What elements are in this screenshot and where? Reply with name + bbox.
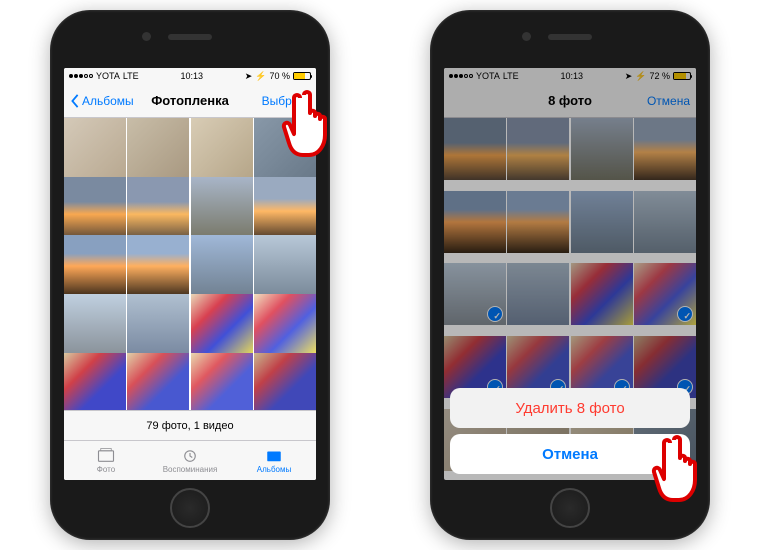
photo-thumb[interactable] <box>127 294 189 356</box>
tab-label: Фото <box>97 465 115 474</box>
back-button[interactable]: Альбомы <box>70 94 134 108</box>
photo-thumb[interactable] <box>254 235 316 297</box>
location-icon: ➤ <box>625 71 633 82</box>
back-label: Альбомы <box>82 94 134 108</box>
photo-thumb[interactable] <box>254 118 316 180</box>
cancel-button[interactable]: Отмена <box>450 434 690 474</box>
battery-label: 70 % <box>269 71 290 81</box>
network-label: LTE <box>123 71 139 81</box>
photo-thumb[interactable] <box>127 353 189 410</box>
screen-left: YOTA LTE 10:13 ➤ ⚡ 70 % Альбомы Фотоплен… <box>64 68 316 480</box>
delete-button[interactable]: Удалить 8 фото <box>450 388 690 428</box>
photo-thumb[interactable] <box>127 177 189 239</box>
photo-thumb[interactable] <box>191 294 253 356</box>
tab-memories[interactable]: Воспоминания <box>148 441 232 480</box>
photo-thumb[interactable] <box>254 177 316 239</box>
status-bar: YOTA LTE 10:13 ➤ ⚡ 70 % <box>64 68 316 84</box>
network-label: LTE <box>503 71 519 81</box>
albums-icon <box>265 448 283 464</box>
carrier-label: YOTA <box>96 71 120 81</box>
photo-thumb[interactable] <box>64 353 126 410</box>
tab-photos[interactable]: Фото <box>64 441 148 480</box>
photo-thumb[interactable] <box>444 263 506 325</box>
tab-label: Воспоминания <box>163 465 218 474</box>
phone-right: YOTA LTE 10:13 ➤ ⚡ 72 % 8 фото Отмена Уд… <box>430 10 710 540</box>
location-icon: ➤ <box>245 71 253 82</box>
photo-thumb[interactable] <box>634 118 696 180</box>
photo-thumb[interactable] <box>571 263 633 325</box>
photo-thumb[interactable] <box>507 263 569 325</box>
photo-thumb[interactable] <box>191 353 253 410</box>
photo-thumb[interactable] <box>64 177 126 239</box>
photo-thumb[interactable] <box>64 118 126 180</box>
select-button[interactable]: Выбрать <box>262 94 310 108</box>
footer-count: 79 фото, 1 видео <box>64 410 316 440</box>
page-title: 8 фото <box>548 93 592 108</box>
photo-thumb[interactable] <box>64 235 126 297</box>
photo-thumb[interactable] <box>191 177 253 239</box>
page-title: Фотопленка <box>151 93 229 108</box>
photo-thumb[interactable] <box>571 118 633 180</box>
battery-label: 72 % <box>649 71 670 81</box>
action-sheet: Удалить 8 фото Отмена <box>450 388 690 474</box>
photo-thumb[interactable] <box>127 235 189 297</box>
photo-thumb[interactable] <box>191 118 253 180</box>
photo-thumb[interactable] <box>634 263 696 325</box>
photo-thumb[interactable] <box>634 191 696 253</box>
tab-bar: Фото Воспоминания Альбомы <box>64 440 316 480</box>
memories-icon <box>181 448 199 464</box>
photo-thumb[interactable] <box>571 191 633 253</box>
home-button[interactable] <box>550 488 590 528</box>
photo-thumb[interactable] <box>507 118 569 180</box>
photo-thumb[interactable] <box>444 118 506 180</box>
photo-thumb[interactable] <box>254 353 316 410</box>
photo-grid[interactable] <box>64 118 316 410</box>
chevron-left-icon <box>70 94 80 108</box>
tab-label: Альбомы <box>257 465 291 474</box>
photo-thumb[interactable] <box>444 191 506 253</box>
nav-bar: 8 фото Отмена <box>444 84 696 118</box>
time-label: 10:13 <box>560 71 583 81</box>
battery-icon <box>293 72 311 80</box>
nav-bar: Альбомы Фотопленка Выбрать <box>64 84 316 118</box>
photo-thumb[interactable] <box>64 294 126 356</box>
photo-thumb[interactable] <box>127 118 189 180</box>
time-label: 10:13 <box>180 71 203 81</box>
tab-albums[interactable]: Альбомы <box>232 441 316 480</box>
phone-left: YOTA LTE 10:13 ➤ ⚡ 70 % Альбомы Фотоплен… <box>50 10 330 540</box>
photo-thumb[interactable] <box>254 294 316 356</box>
photos-icon <box>97 448 115 464</box>
photo-thumb[interactable] <box>507 191 569 253</box>
status-bar: YOTA LTE 10:13 ➤ ⚡ 72 % <box>444 68 696 84</box>
cancel-nav-button[interactable]: Отмена <box>647 94 690 108</box>
battery-icon <box>673 72 691 80</box>
screen-right: YOTA LTE 10:13 ➤ ⚡ 72 % 8 фото Отмена Уд… <box>444 68 696 480</box>
home-button[interactable] <box>170 488 210 528</box>
carrier-label: YOTA <box>476 71 500 81</box>
photo-thumb[interactable] <box>191 235 253 297</box>
